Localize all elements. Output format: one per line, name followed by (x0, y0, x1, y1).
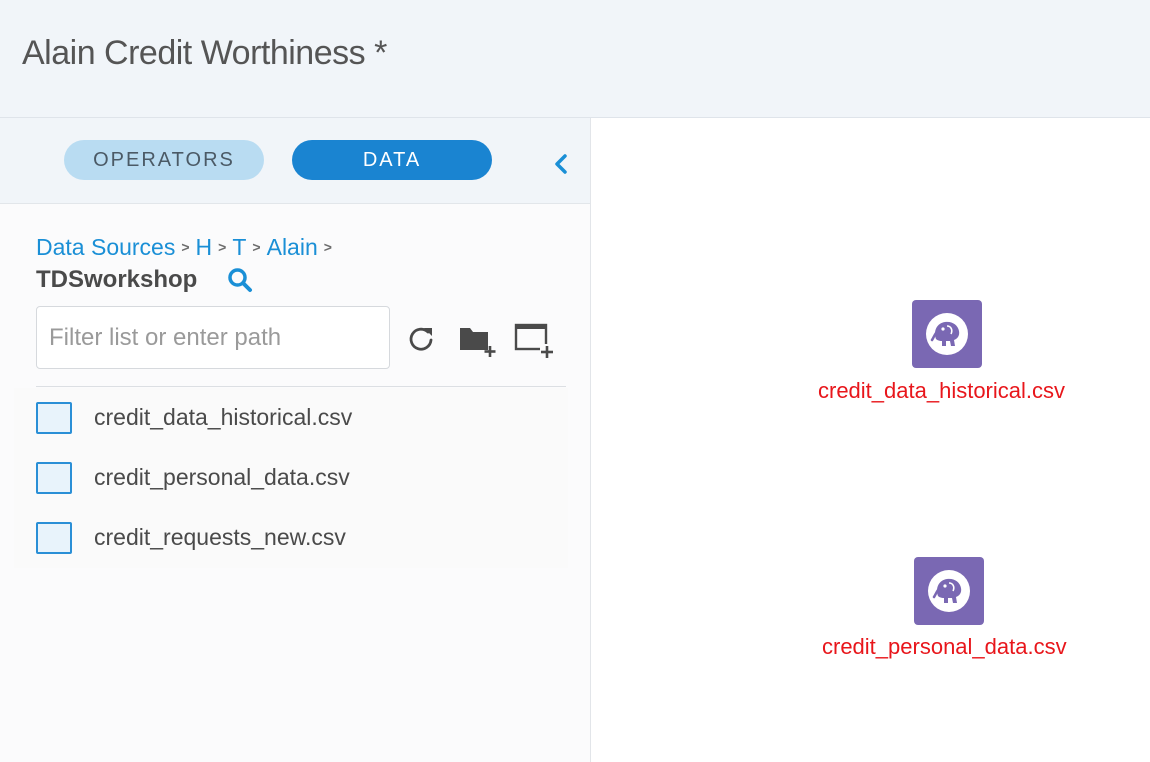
filter-path-input[interactable] (36, 306, 390, 369)
panel-tab-bar: OPERATORS DATA (0, 118, 590, 204)
hadoop-elephant-icon[interactable] (912, 300, 982, 368)
breadcrumb-separator-icon: > (252, 238, 261, 255)
breadcrumb-data-sources[interactable]: Data Sources (36, 234, 175, 261)
tab-operators[interactable]: OPERATORS (64, 140, 264, 180)
list-item[interactable]: credit_requests_new.csv (14, 508, 568, 568)
current-folder-name: TDSworkshop (36, 266, 198, 293)
collapse-panel-icon[interactable] (550, 152, 574, 176)
tab-data[interactable]: DATA (292, 140, 492, 180)
breadcrumb-item-alain[interactable]: Alain (267, 234, 318, 261)
new-folder-icon[interactable] (458, 324, 498, 358)
file-checkbox[interactable] (36, 462, 72, 494)
hadoop-elephant-icon[interactable] (914, 557, 984, 625)
breadcrumb-separator-icon: > (218, 238, 227, 255)
workflow-header: Alain Credit Worthiness * (0, 0, 1150, 118)
data-source-panel: OPERATORS DATA Data Sources > H > T > Al… (0, 118, 591, 762)
breadcrumb-item-t[interactable]: T (232, 234, 246, 261)
file-name: credit_data_historical.csv (94, 404, 353, 430)
refresh-icon[interactable] (406, 324, 436, 354)
file-name: credit_personal_data.csv (94, 464, 350, 490)
new-window-icon[interactable] (514, 322, 556, 360)
workflow-canvas[interactable]: credit_data_historical.csv credit_person… (592, 118, 1150, 762)
file-checkbox[interactable] (36, 522, 72, 554)
dataset-node-label: credit_personal_data.csv (822, 634, 1067, 659)
workflow-title[interactable]: Alain Credit Worthiness * (22, 34, 387, 73)
dataset-node-label: credit_data_historical.csv (818, 378, 1066, 403)
breadcrumb: Data Sources > H > T > Alain > (36, 234, 338, 261)
breadcrumb-separator-icon: > (181, 238, 190, 255)
list-item[interactable]: credit_personal_data.csv (14, 448, 568, 508)
list-item[interactable]: credit_data_historical.csv (14, 388, 568, 448)
search-icon[interactable] (226, 266, 254, 294)
file-list: credit_data_historical.csv credit_person… (14, 388, 568, 568)
file-name: credit_requests_new.csv (94, 524, 346, 550)
breadcrumb-separator-icon: > (323, 238, 332, 255)
breadcrumb-item-h[interactable]: H (196, 234, 213, 261)
file-checkbox[interactable] (36, 402, 72, 434)
list-divider (36, 386, 566, 387)
